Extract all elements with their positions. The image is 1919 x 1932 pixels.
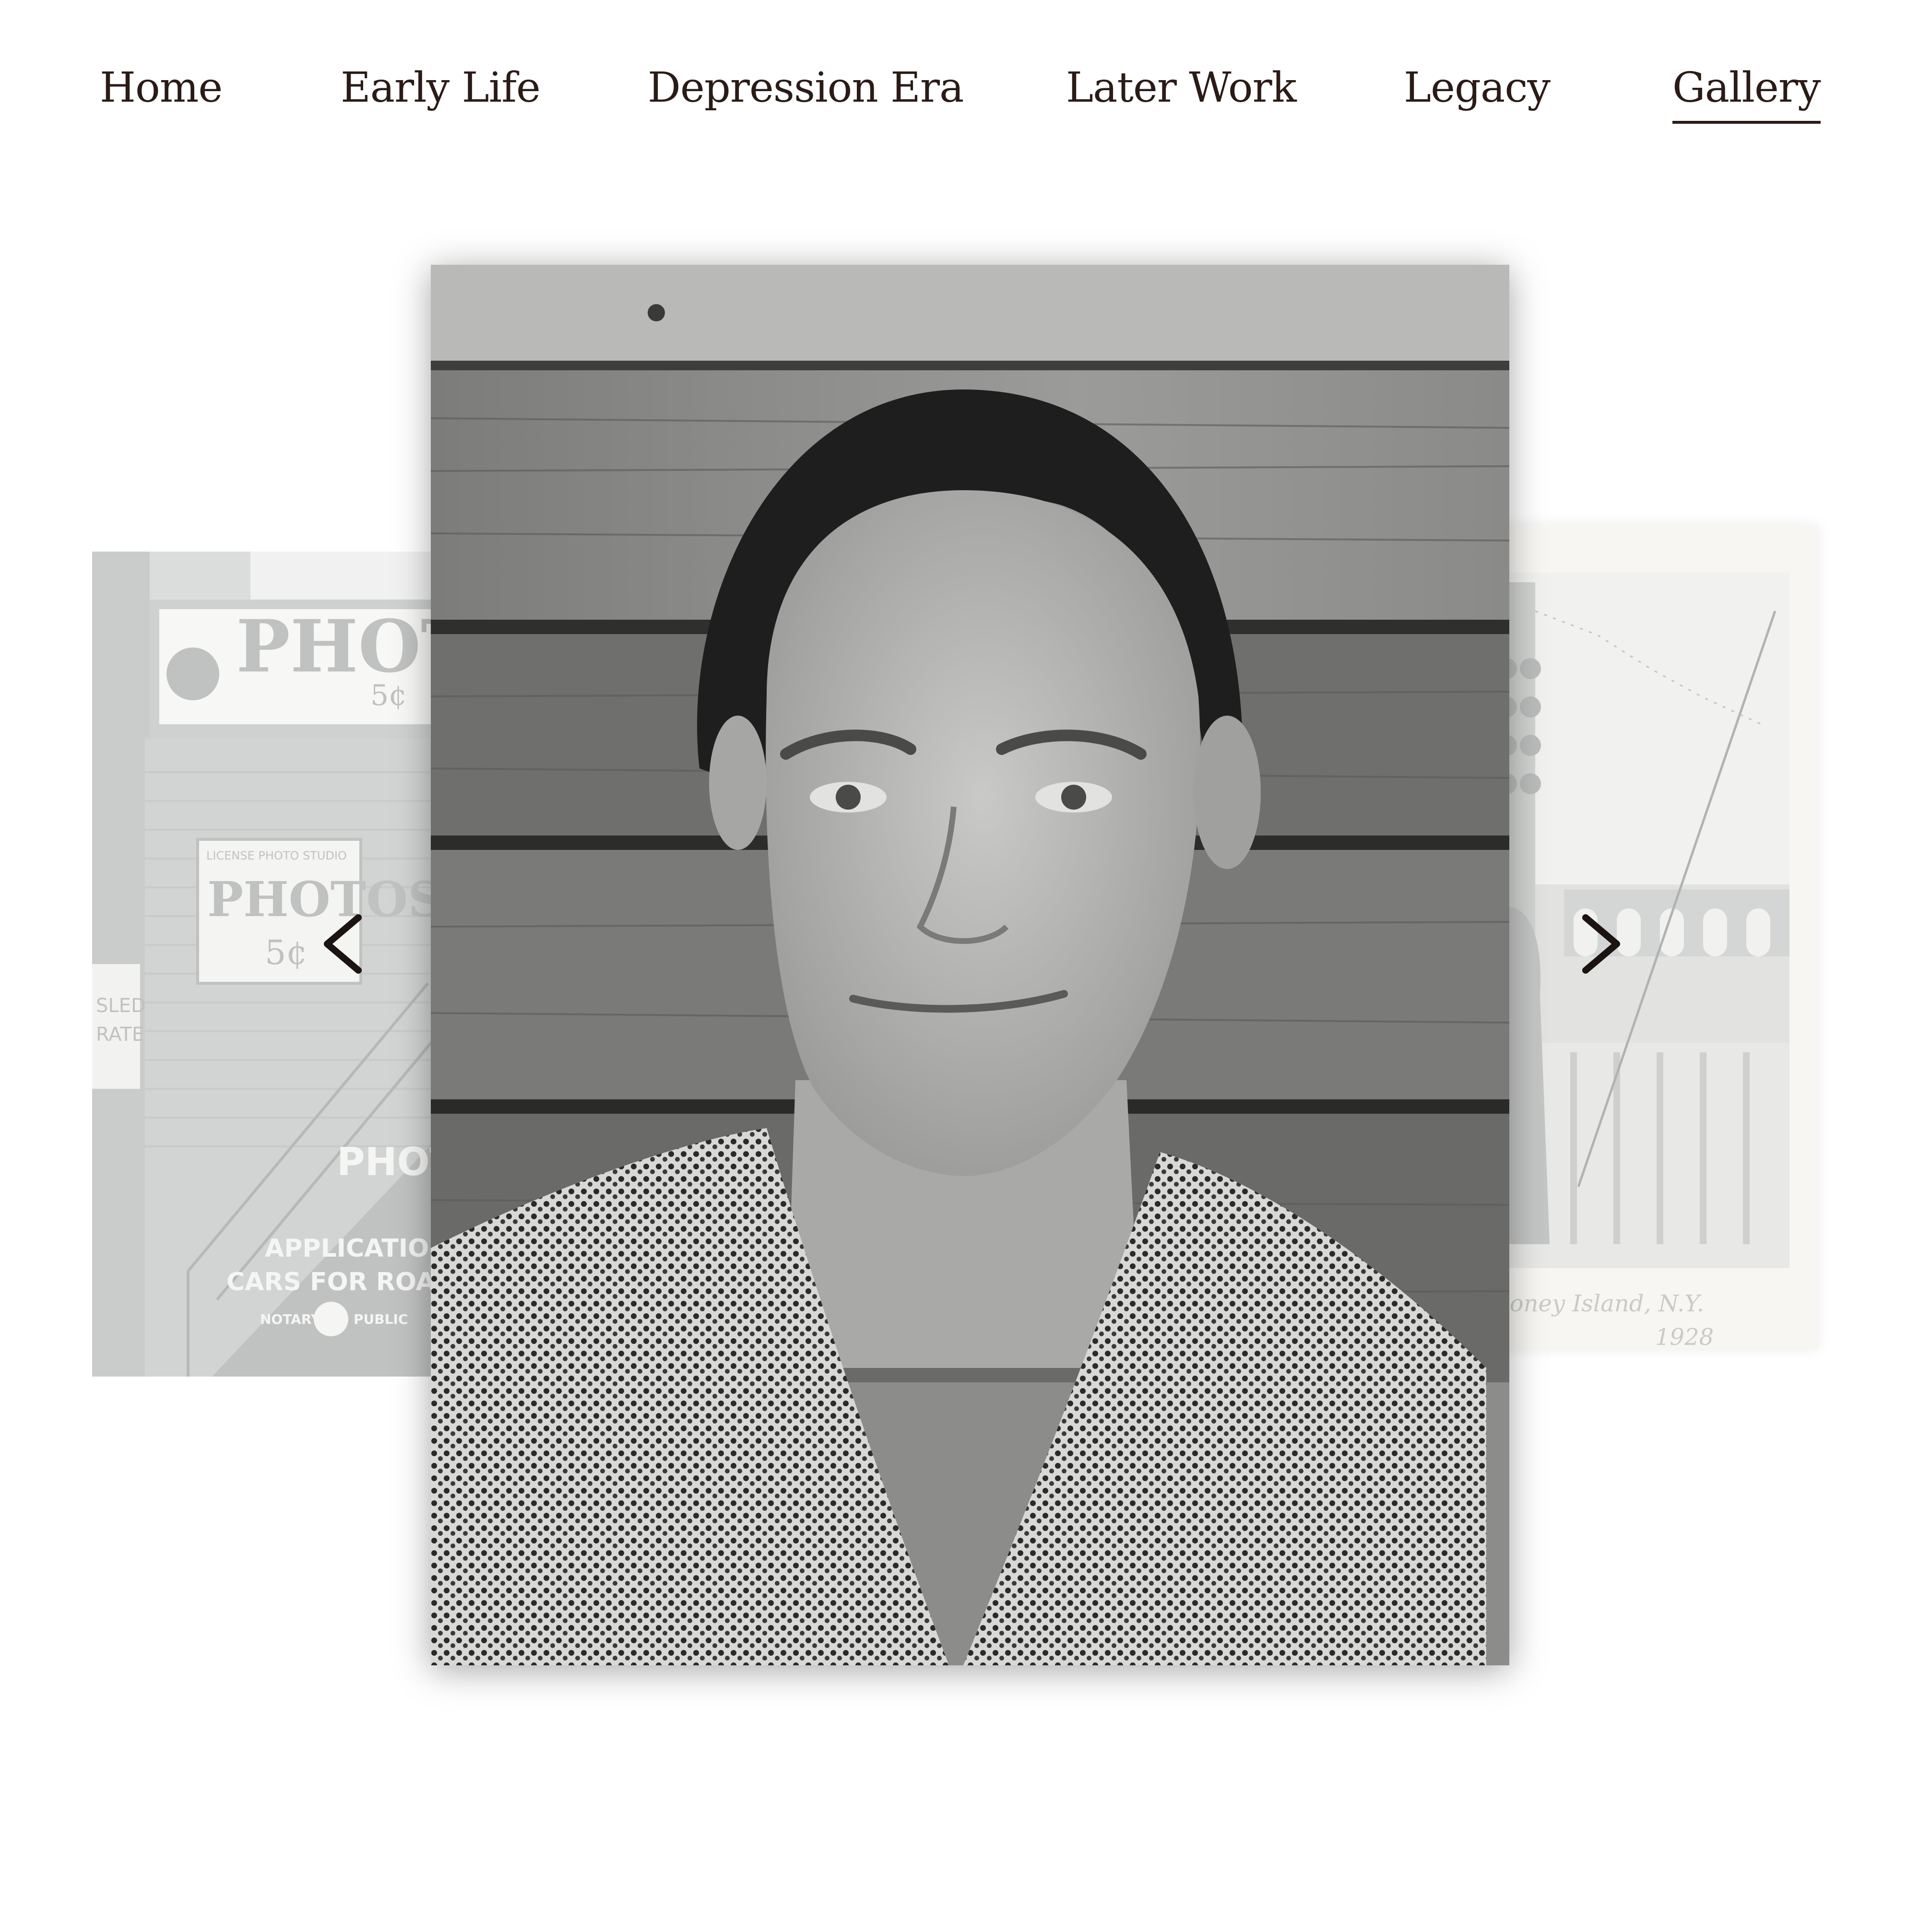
sign-text: CARS FOR ROAD TES [226, 1268, 457, 1296]
sign-text: NOTARY [260, 1311, 321, 1327]
photo-caption: Coney Island, N.Y. [1492, 1290, 1704, 1317]
storefront-photo-image: PHOTOS 5¢ LICENSE PHOTO STUDIO PHOTOS 5¢… [92, 552, 457, 1377]
nav-item-early-life[interactable]: Early Life [341, 61, 541, 114]
sign-text: 5¢ [370, 679, 407, 712]
sign-text: SLED [96, 995, 146, 1017]
sign-text: RATE [96, 1024, 144, 1046]
nav-item-legacy[interactable]: Legacy [1404, 61, 1551, 114]
sign-text: PHOTOS [236, 604, 457, 689]
sign-text: 5¢ [265, 933, 308, 972]
chevron-right-icon [1582, 914, 1620, 974]
nav-item-later-work[interactable]: Later Work [1066, 61, 1297, 114]
gallery-photo-current[interactable] [431, 265, 1509, 1665]
nav-item-home[interactable]: Home [100, 61, 223, 114]
coney-island-photo-image: Coney Island, N.Y. 1928 [1478, 525, 1818, 1350]
nav-item-depression-era[interactable]: Depression Era [648, 61, 964, 114]
photo-year: 1928 [1655, 1324, 1714, 1350]
main-nav: Home Early Life Depression Era Later Wor… [0, 0, 1919, 144]
sign-text: PUBLIC [354, 1311, 408, 1327]
nav-item-gallery[interactable]: Gallery [1672, 61, 1821, 124]
gallery-prev-button[interactable] [313, 906, 370, 982]
chevron-left-icon [324, 914, 362, 974]
sign-text: APPLICATIONS [265, 1234, 457, 1263]
portrait-photo-image [431, 265, 1509, 1665]
gallery-next-button[interactable] [1574, 906, 1631, 982]
sign-text: LICENSE PHOTO STUDIO [206, 849, 347, 862]
gallery-photo-previous[interactable]: PHOTOS 5¢ LICENSE PHOTO STUDIO PHOTOS 5¢… [92, 552, 457, 1377]
gallery-photo-next[interactable]: Coney Island, N.Y. 1928 [1478, 525, 1818, 1350]
